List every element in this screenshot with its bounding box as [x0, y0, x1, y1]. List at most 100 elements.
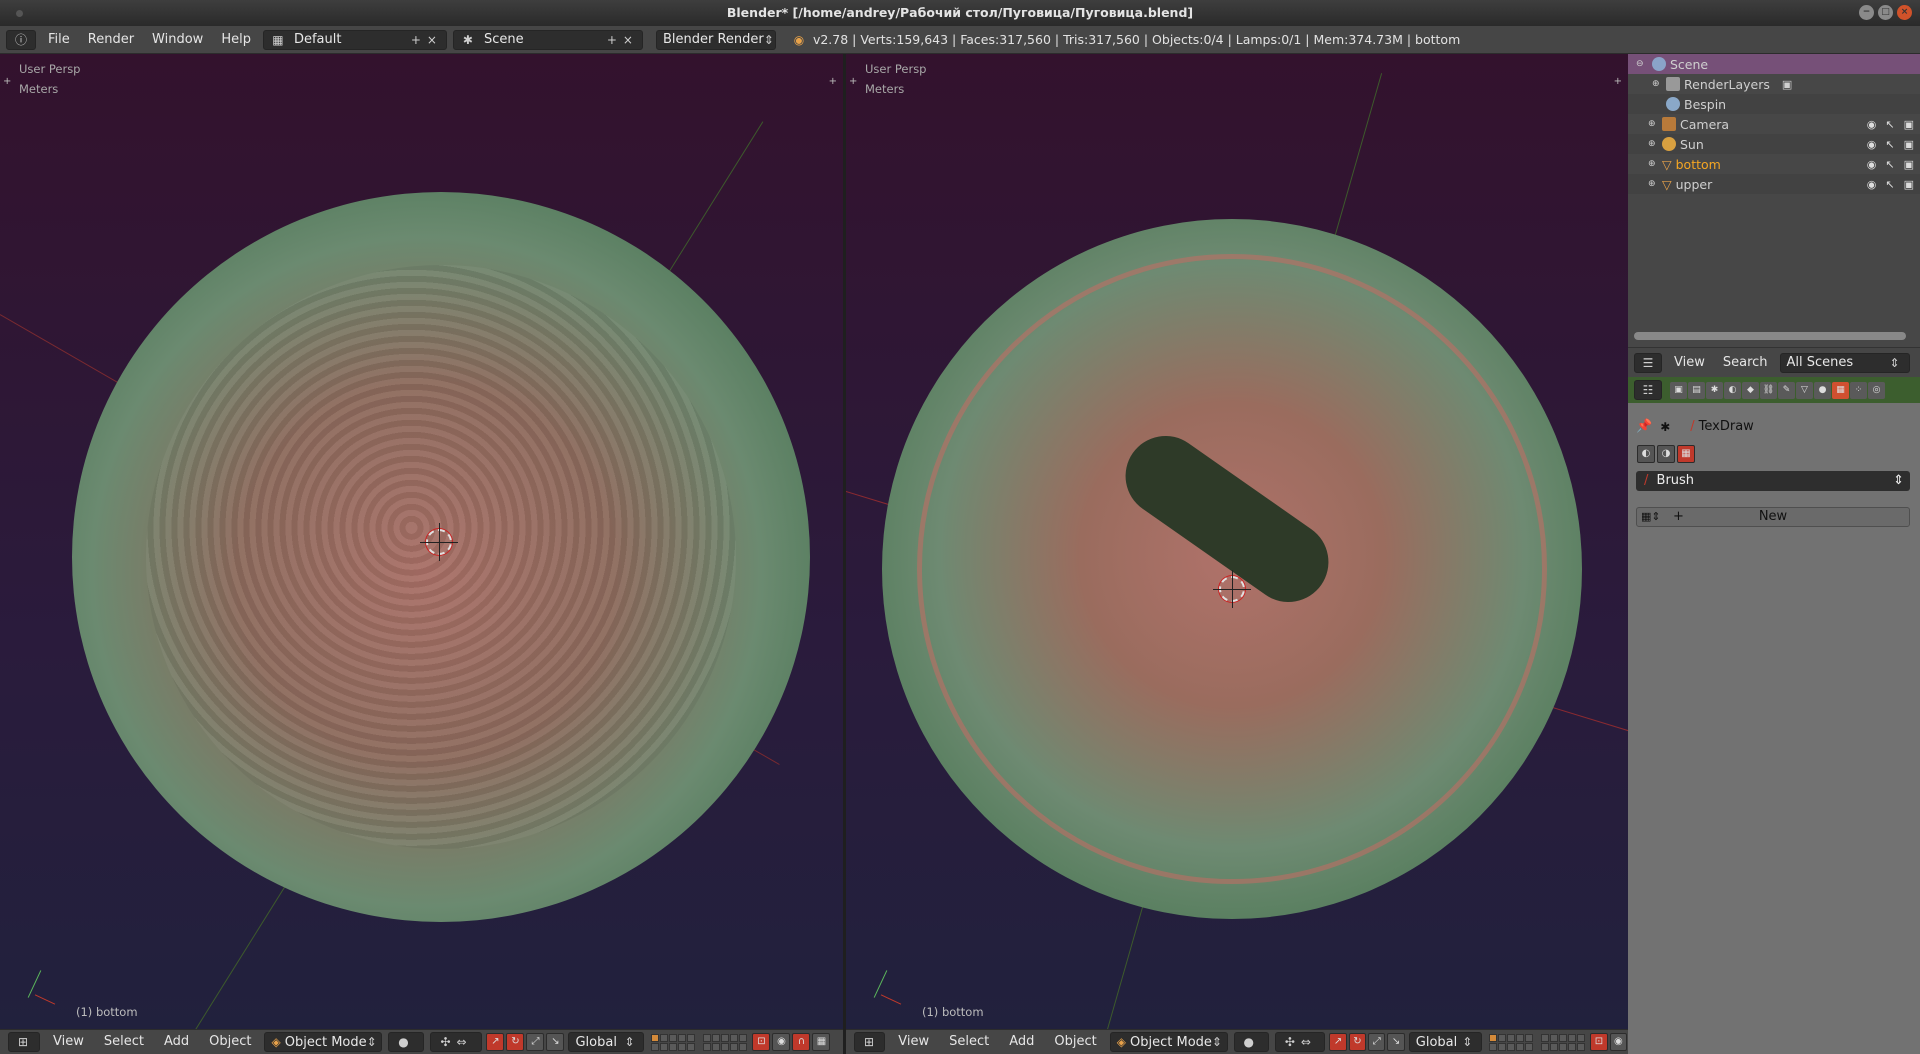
orientation-selector[interactable]: Global ⇕ [1408, 1032, 1483, 1052]
3d-cursor-icon[interactable] [1213, 570, 1251, 608]
tab-object[interactable]: ◆ [1742, 381, 1759, 399]
3d-viewport-left[interactable]: User Persp Meters + + (1) bottom [0, 54, 843, 1029]
tab-scene[interactable]: ✱ [1706, 381, 1723, 399]
outliner[interactable]: ⊖ Scene ⊕ RenderLayers ▣ Bespin ⊕ Camera… [1628, 54, 1920, 347]
menu-object[interactable]: Object [1044, 1030, 1106, 1054]
eye-icon[interactable]: ◉ [1867, 158, 1877, 171]
menu-file[interactable]: File [39, 26, 79, 54]
brush-context-icon[interactable]: ✱ [1660, 420, 1670, 434]
menu-add[interactable]: Add [999, 1030, 1044, 1054]
menu-help[interactable]: Help [212, 26, 260, 54]
outliner-item-sun[interactable]: ⊕ Sun ◉ ↖ ▣ [1628, 134, 1920, 154]
layer-grid-2[interactable] [1541, 1033, 1586, 1051]
render-engine-selector[interactable]: Blender Render ⇕ [655, 29, 776, 50]
coin-obverse-model[interactable] [72, 192, 810, 922]
texture-browse-icon[interactable]: ▦⇕ [1641, 508, 1661, 526]
expand-icon[interactable]: ⊕ [1648, 179, 1658, 189]
mode-selector[interactable]: ◈ Object Mode ⇕ [1109, 1032, 1228, 1052]
proportional-edit-icon[interactable]: ◉ [772, 1033, 791, 1051]
maximize-icon[interactable]: □ [1878, 5, 1893, 20]
scene-selector[interactable]: ✱ Scene + × [452, 29, 643, 50]
manipulator-arrow-icon[interactable]: ↘ [546, 1033, 565, 1051]
translate-manipulator-icon[interactable]: ↗ [1329, 1033, 1347, 1051]
cursor-icon[interactable]: ↖ [1885, 178, 1894, 191]
layer-grid[interactable] [1489, 1033, 1534, 1051]
menu-render[interactable]: Render [79, 26, 143, 54]
eye-icon[interactable]: ◉ [1867, 178, 1877, 191]
menu-view[interactable]: View [888, 1030, 939, 1054]
material-texture-icon[interactable]: ◑ [1657, 445, 1675, 463]
outliner-item-camera[interactable]: ⊕ Camera ◉ ↖ ▣ [1628, 114, 1920, 134]
expand-icon[interactable]: ⊕ [1648, 139, 1658, 149]
3d-cursor-icon[interactable] [420, 523, 458, 561]
scale-manipulator-icon[interactable]: ⤢ [1368, 1033, 1386, 1051]
editor-type-info-button[interactable]: ⓘ [6, 29, 36, 50]
new-texture-button[interactable]: ▦⇕ + New [1636, 507, 1910, 527]
pin-icon[interactable]: 📌 [1636, 419, 1652, 434]
close-icon[interactable]: × [1897, 5, 1912, 20]
mode-selector[interactable]: ◈ Object Mode ⇕ [264, 1032, 383, 1052]
outliner-item-scene[interactable]: ⊖ Scene [1628, 54, 1920, 74]
display-mode-selector[interactable]: All Scenes ⇕ [1779, 352, 1910, 373]
3d-viewport-right[interactable]: User Persp Meters + + (1) bottom [846, 54, 1628, 1029]
expand-icon[interactable]: ⊕ [1648, 159, 1658, 169]
proportional-edit-icon[interactable]: ◉ [1609, 1033, 1628, 1051]
cursor-icon[interactable]: ↖ [1885, 138, 1894, 151]
tab-constraints[interactable]: ⛓ [1760, 381, 1777, 399]
rotate-manipulator-icon[interactable]: ↻ [1348, 1033, 1367, 1051]
layout-selector[interactable]: ▦ Default + × [262, 29, 447, 50]
remove-scene-icon[interactable]: × [620, 32, 636, 48]
tab-material[interactable]: ● [1814, 381, 1831, 399]
menu-view[interactable]: View [43, 1030, 94, 1054]
properties-toggle-icon[interactable]: + [1614, 76, 1622, 87]
tab-particles[interactable]: ⁘ [1850, 381, 1867, 399]
menu-select[interactable]: Select [939, 1030, 999, 1054]
remove-layout-icon[interactable]: × [424, 32, 440, 48]
shading-selector[interactable]: ● [1233, 1032, 1269, 1052]
lock-camera-icon[interactable]: ⊡ [752, 1033, 771, 1051]
editor-type-3d-button[interactable]: ⊞ [854, 1032, 886, 1052]
editor-type-3d-button[interactable]: ⊞ [8, 1032, 40, 1052]
render-icon[interactable]: ▣ [1904, 138, 1914, 151]
snap-magnet-icon[interactable]: ∩ [792, 1033, 811, 1051]
outliner-item-renderlayers[interactable]: ⊕ RenderLayers ▣ [1628, 74, 1920, 94]
brush-selector[interactable]: / Brush ⇕ [1636, 471, 1910, 491]
cursor-icon[interactable]: ↖ [1885, 118, 1894, 131]
render-icon[interactable]: ▣ [1904, 158, 1914, 171]
layer-grid-2[interactable] [703, 1033, 748, 1051]
add-scene-icon[interactable]: + [604, 32, 620, 48]
render-icon[interactable]: ▣ [1904, 178, 1914, 191]
menu-select[interactable]: Select [94, 1030, 154, 1054]
outliner-menu-search[interactable]: Search [1714, 349, 1777, 377]
toolshelf-toggle-icon[interactable]: + [849, 76, 857, 87]
manipulator-arrow-icon[interactable]: ↘ [1387, 1033, 1405, 1051]
cursor-icon[interactable]: ↖ [1885, 158, 1894, 171]
render-icon[interactable]: ▣ [1904, 118, 1914, 131]
lock-camera-icon[interactable]: ⊡ [1590, 1033, 1608, 1051]
scale-manipulator-icon[interactable]: ⤢ [526, 1033, 545, 1051]
menu-window[interactable]: Window [143, 26, 212, 54]
outliner-item-upper[interactable]: ⊕ ▽ upper ◉ ↖ ▣ [1628, 174, 1920, 194]
menu-object[interactable]: Object [199, 1030, 261, 1054]
pivot-selector[interactable]: ✣ ⇔ [430, 1032, 483, 1052]
toolshelf-toggle-icon[interactable]: + [3, 76, 11, 87]
world-texture-icon[interactable]: ◐ [1637, 445, 1655, 463]
properties-toggle-icon[interactable]: + [829, 76, 837, 87]
expand-icon[interactable]: ⊖ [1636, 59, 1646, 69]
expand-icon[interactable]: ⊕ [1648, 119, 1658, 129]
add-layout-icon[interactable]: + [408, 32, 424, 48]
pivot-selector[interactable]: ✣ ⇔ [1274, 1032, 1326, 1052]
outliner-scrollbar[interactable] [1634, 332, 1906, 340]
eye-icon[interactable]: ◉ [1867, 138, 1877, 151]
outliner-item-world[interactable]: Bespin [1628, 94, 1920, 114]
editor-type-properties-button[interactable]: ☷ [1634, 380, 1662, 400]
orientation-selector[interactable]: Global ⇕ [568, 1032, 645, 1052]
tab-data[interactable]: ▽ [1796, 381, 1813, 399]
snap-element-icon[interactable]: ▦ [812, 1033, 831, 1051]
brush-texture-icon[interactable]: ▦ [1677, 445, 1695, 463]
outliner-menu-view[interactable]: View [1665, 349, 1714, 377]
outliner-item-bottom[interactable]: ⊕ ▽ bottom ◉ ↖ ▣ [1628, 154, 1920, 174]
tab-render[interactable]: ▣ [1670, 381, 1687, 399]
tab-world[interactable]: ◐ [1724, 381, 1741, 399]
minimize-icon[interactable]: − [1859, 5, 1874, 20]
